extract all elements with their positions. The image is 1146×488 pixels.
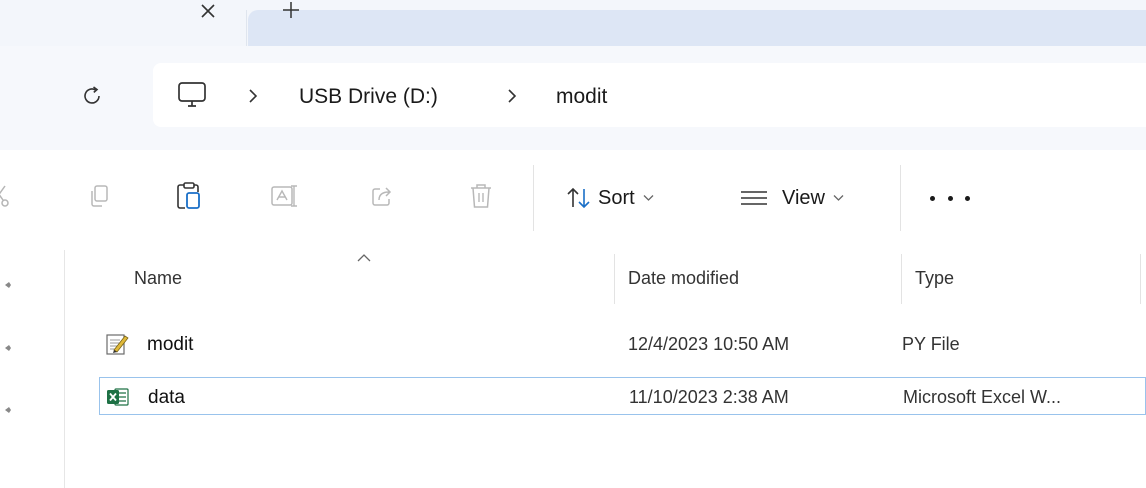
sort-button[interactable]: Sort	[566, 181, 654, 215]
column-divider[interactable]	[901, 254, 902, 304]
rename-icon[interactable]	[270, 181, 300, 211]
sort-ascending-icon	[357, 254, 371, 262]
file-row-data[interactable]: data 11/10/2023 2:38 AM Microsoft Excel …	[99, 377, 1146, 415]
close-icon	[201, 4, 215, 18]
tab-strip	[0, 0, 1146, 46]
column-header-type[interactable]: Type	[915, 268, 954, 289]
new-tab-button[interactable]	[278, 0, 304, 20]
active-tab[interactable]	[248, 10, 1146, 46]
chevron-right-icon	[246, 84, 260, 108]
python-file-icon	[106, 334, 129, 355]
ellipsis-icon[interactable]	[930, 188, 970, 208]
column-header-date-modified[interactable]: Date modified	[628, 268, 739, 289]
file-name: data	[148, 387, 185, 408]
file-type: Microsoft Excel W...	[903, 387, 1062, 407]
breadcrumb-usb-drive[interactable]: USB Drive (D:)	[299, 85, 438, 109]
file-row-modit[interactable]: modit 12/4/2023 10:50 AM PY File	[99, 325, 1146, 363]
file-date: 12/4/2023 10:50 AM	[628, 334, 790, 354]
file-type: PY File	[902, 334, 960, 354]
excel-file-icon	[107, 388, 129, 406]
view-button[interactable]: View	[740, 181, 844, 215]
delete-icon[interactable]	[466, 181, 496, 211]
pin-icon[interactable]	[3, 280, 13, 290]
file-date: 11/10/2023 2:38 AM	[629, 387, 789, 407]
view-label: View	[782, 186, 825, 209]
chevron-down-icon	[833, 194, 844, 202]
plus-icon	[283, 2, 299, 18]
copy-icon[interactable]	[84, 181, 114, 211]
refresh-icon	[84, 86, 100, 104]
cut-icon[interactable]	[0, 181, 12, 211]
command-separator	[900, 165, 901, 231]
pin-icon[interactable]	[3, 405, 13, 415]
sort-icon	[567, 187, 590, 209]
view-icon	[741, 191, 767, 205]
share-icon[interactable]	[367, 181, 397, 211]
close-tab-button[interactable]	[195, 0, 221, 22]
file-name: modit	[147, 334, 194, 355]
sort-label: Sort	[598, 186, 635, 209]
breadcrumb-modit[interactable]: modit	[556, 85, 607, 109]
paste-icon[interactable]	[174, 181, 204, 211]
monitor-icon[interactable]	[176, 81, 208, 111]
refresh-button[interactable]	[76, 80, 108, 112]
column-header-name[interactable]: Name	[134, 268, 182, 289]
pin-icon[interactable]	[3, 343, 13, 353]
column-divider[interactable]	[614, 254, 615, 304]
nav-pane-divider	[64, 250, 65, 488]
chevron-down-icon	[643, 194, 654, 202]
column-divider[interactable]	[1140, 254, 1141, 304]
tab-divider	[246, 10, 247, 46]
chevron-right-icon	[505, 84, 519, 108]
command-separator	[533, 165, 534, 231]
